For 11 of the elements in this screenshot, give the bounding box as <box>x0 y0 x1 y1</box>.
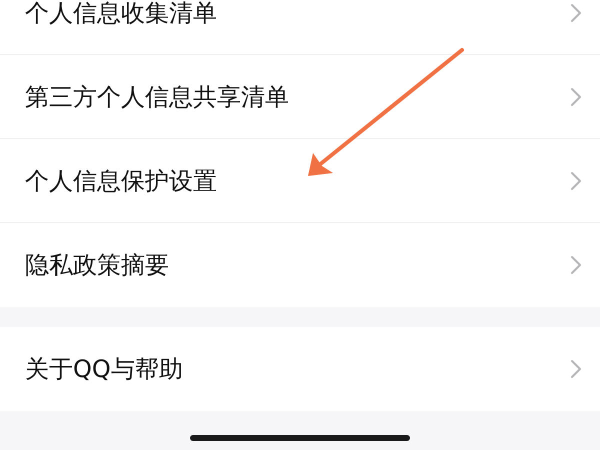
settings-item[interactable]: 个人信息收集清单 <box>0 0 600 55</box>
item-label: 关于QQ与帮助 <box>25 357 183 381</box>
item-label: 个人信息收集清单 <box>25 0 217 24</box>
chevron-icon <box>570 255 582 275</box>
item-label: 第三方个人信息共享清单 <box>25 84 289 108</box>
chevron-icon <box>570 170 582 190</box>
chevron-icon <box>570 2 582 22</box>
item-label: 隐私政策摘要 <box>25 253 169 277</box>
chevron-icon <box>570 359 582 379</box>
chevron-icon <box>570 86 582 106</box>
item-label: 个人信息保护设置 <box>25 168 217 192</box>
